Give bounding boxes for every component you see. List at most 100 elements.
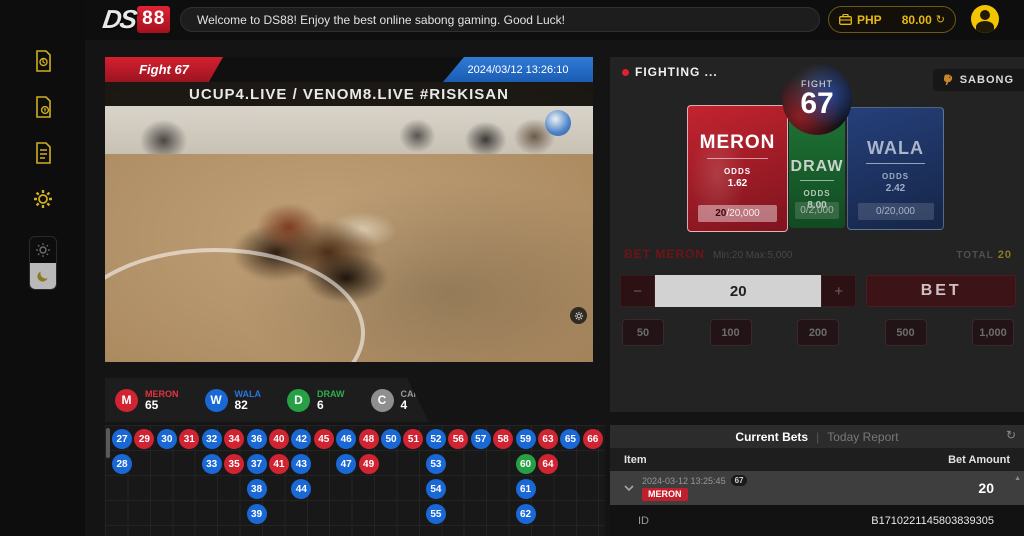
meron-count: 65 bbox=[145, 400, 179, 411]
bet-limits: Min:20 Max:5,000 bbox=[713, 250, 793, 261]
result-cell-47[interactable]: 47 bbox=[336, 454, 356, 474]
result-cell-61[interactable]: 61 bbox=[516, 479, 536, 499]
wala-bet-card[interactable]: WALA ODDS 2.42 0/20,000 bbox=[847, 107, 944, 230]
result-cell-58[interactable]: 58 bbox=[493, 429, 513, 449]
wala-odds-label: ODDS bbox=[882, 172, 909, 181]
result-cell-33[interactable]: 33 bbox=[202, 454, 222, 474]
announcement-text: Welcome to DS88! Enjoy the best online s… bbox=[197, 13, 565, 27]
bet-row[interactable]: 2024-03-12 13:25:45 67 MERON 20 ▲ bbox=[610, 471, 1024, 505]
chevron-down-icon[interactable] bbox=[624, 485, 634, 491]
results-history-grid[interactable]: 2729303132343640424546485051525657585963… bbox=[105, 425, 605, 536]
user-avatar[interactable] bbox=[971, 5, 999, 33]
result-cell-64[interactable]: 64 bbox=[538, 454, 558, 474]
result-cell-53[interactable]: 53 bbox=[426, 454, 446, 474]
balance-refresh-icon[interactable]: ↻ bbox=[936, 13, 945, 26]
result-cell-46[interactable]: 46 bbox=[336, 429, 356, 449]
result-cell-43[interactable]: 43 bbox=[291, 454, 311, 474]
report-document-icon[interactable] bbox=[30, 48, 56, 74]
result-cell-49[interactable]: 49 bbox=[359, 454, 379, 474]
arena-wall bbox=[105, 106, 593, 154]
video-timestamp-badge: 2024/03/12 13:26:10 bbox=[443, 57, 593, 82]
arena-watermark-logo bbox=[545, 110, 571, 136]
result-cell-34[interactable]: 34 bbox=[224, 429, 244, 449]
bet-total-value: 20 bbox=[998, 249, 1012, 261]
bet-total: TOTAL 20 bbox=[956, 249, 1012, 261]
result-cell-50[interactable]: 50 bbox=[381, 429, 401, 449]
result-cell-30[interactable]: 30 bbox=[157, 429, 177, 449]
summary-cancel: C CANCEL 4 bbox=[371, 389, 439, 412]
bet-amount-value: 20 bbox=[978, 480, 994, 496]
result-cell-57[interactable]: 57 bbox=[471, 429, 491, 449]
settings-gear-icon[interactable] bbox=[30, 186, 56, 212]
bet-detail-row: ID B1710221145803839305 bbox=[610, 505, 1024, 536]
result-cell-55[interactable]: 55 bbox=[426, 504, 446, 524]
draw-pool: 0/2,000 bbox=[795, 202, 840, 219]
result-cell-39[interactable]: 39 bbox=[247, 504, 267, 524]
increase-amount-button[interactable]: + bbox=[821, 275, 856, 307]
chip-100[interactable]: 100 bbox=[710, 319, 752, 346]
result-cell-48[interactable]: 48 bbox=[359, 429, 379, 449]
result-cell-41[interactable]: 41 bbox=[269, 454, 289, 474]
wala-card-divider bbox=[866, 163, 925, 164]
result-cell-65[interactable]: 65 bbox=[560, 429, 580, 449]
draw-card-divider bbox=[800, 180, 835, 181]
draw-card-title: DRAW bbox=[791, 158, 844, 176]
chip-50[interactable]: 50 bbox=[622, 319, 664, 346]
result-cell-44[interactable]: 44 bbox=[291, 479, 311, 499]
result-cell-36[interactable]: 36 bbox=[247, 429, 267, 449]
wala-count: 82 bbox=[235, 400, 262, 411]
rules-document-icon[interactable] bbox=[30, 140, 56, 166]
bet-fight-number-badge: 67 bbox=[731, 475, 748, 486]
results-summary-bar: M MERON 65 W WALA 82 D DRAW 6 C CANCEL bbox=[105, 378, 429, 422]
tab-current-bets[interactable]: Current Bets bbox=[735, 430, 808, 444]
result-cell-27[interactable]: 27 bbox=[112, 429, 132, 449]
result-cell-66[interactable]: 66 bbox=[583, 429, 603, 449]
chip-1000[interactable]: 1,000 bbox=[972, 319, 1014, 346]
meron-pool-max: /20,000 bbox=[726, 208, 759, 219]
announcement-marquee: Welcome to DS88! Enjoy the best online s… bbox=[180, 7, 820, 32]
fight-number: 67 bbox=[800, 89, 833, 119]
result-cell-28[interactable]: 28 bbox=[112, 454, 132, 474]
wallet-balance[interactable]: PHP 80.00 ↻ bbox=[828, 6, 956, 33]
video-stream[interactable]: UCUP4.LIVE / VENOM8.LIVE #RISKISAN bbox=[105, 82, 593, 362]
result-cell-56[interactable]: 56 bbox=[448, 429, 468, 449]
result-cell-59[interactable]: 59 bbox=[516, 429, 536, 449]
ds88-logo[interactable]: DS 88 bbox=[103, 4, 170, 35]
light-theme-sun-icon[interactable] bbox=[30, 237, 56, 263]
grid-scrollbar[interactable] bbox=[106, 428, 110, 458]
tab-today-report[interactable]: Today Report bbox=[827, 430, 898, 444]
bets-refresh-icon[interactable]: ↻ bbox=[1006, 428, 1016, 442]
wala-pool: 0/20,000 bbox=[858, 203, 934, 220]
video-settings-icon[interactable] bbox=[570, 307, 587, 324]
bet-amount-input[interactable] bbox=[655, 275, 821, 307]
result-cell-63[interactable]: 63 bbox=[538, 429, 558, 449]
result-cell-51[interactable]: 51 bbox=[403, 429, 423, 449]
result-cell-38[interactable]: 38 bbox=[247, 479, 267, 499]
game-type-badge[interactable]: SABONG bbox=[933, 69, 1024, 91]
bet-total-label: TOTAL bbox=[956, 250, 993, 261]
rooster-icon bbox=[941, 73, 955, 87]
scroll-up-arrow-icon[interactable]: ▲ bbox=[1014, 475, 1021, 482]
result-cell-29[interactable]: 29 bbox=[134, 429, 154, 449]
decrease-amount-button[interactable]: − bbox=[620, 275, 655, 307]
result-cell-60[interactable]: 60 bbox=[516, 454, 536, 474]
result-cell-54[interactable]: 54 bbox=[426, 479, 446, 499]
result-cell-32[interactable]: 32 bbox=[202, 429, 222, 449]
bet-records-icon[interactable] bbox=[30, 94, 56, 120]
chip-500[interactable]: 500 bbox=[885, 319, 927, 346]
result-cell-45[interactable]: 45 bbox=[314, 429, 334, 449]
meron-pool-current: 20 bbox=[715, 208, 726, 219]
meron-bet-card[interactable]: MERON ODDS 1.62 20/20,000 bbox=[687, 105, 788, 232]
bet-button[interactable]: BET bbox=[866, 275, 1016, 307]
result-cell-35[interactable]: 35 bbox=[224, 454, 244, 474]
result-cell-42[interactable]: 42 bbox=[291, 429, 311, 449]
result-cell-37[interactable]: 37 bbox=[247, 454, 267, 474]
dark-theme-moon-icon[interactable] bbox=[30, 263, 56, 289]
result-cell-40[interactable]: 40 bbox=[269, 429, 289, 449]
result-cell-62[interactable]: 62 bbox=[516, 504, 536, 524]
chip-200[interactable]: 200 bbox=[797, 319, 839, 346]
result-cell-31[interactable]: 31 bbox=[179, 429, 199, 449]
bet-amount-stepper: − + BET bbox=[620, 275, 1016, 307]
result-cell-52[interactable]: 52 bbox=[426, 429, 446, 449]
draw-odds-label: ODDS bbox=[803, 189, 830, 198]
